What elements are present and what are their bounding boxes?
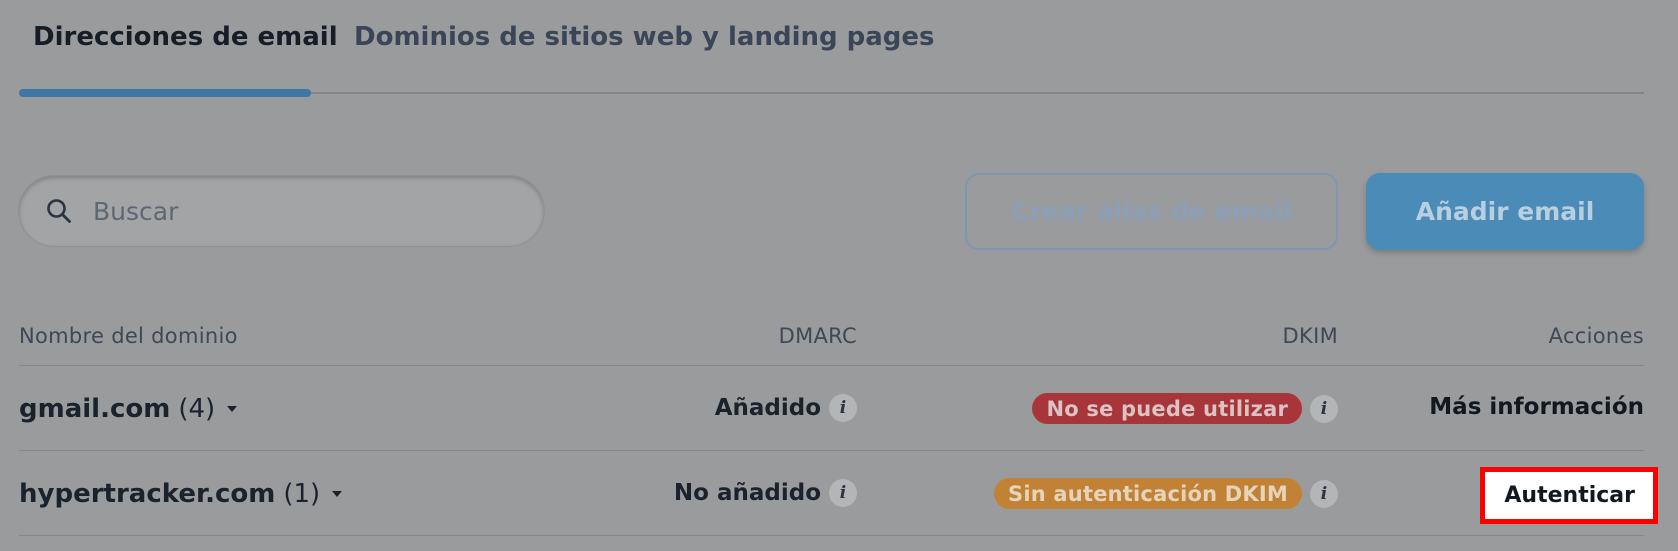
header-dkim: DKIM <box>1282 324 1338 348</box>
search-box[interactable] <box>19 176 544 246</box>
dmarc-status-text: No añadido <box>673 480 821 506</box>
add-email-button[interactable]: Añadir email <box>1366 173 1644 250</box>
domain-dropdown[interactable]: gmail.com (4) <box>19 394 238 424</box>
domains-table: Nombre del dominio DMARC DKIM Acciones g… <box>19 312 1658 536</box>
domain-name: hypertracker.com <box>19 479 276 509</box>
dkim-status: Sin autenticación DKIM i <box>994 478 1338 509</box>
tab-website-domains[interactable]: Dominios de sitios web y landing pages <box>354 22 935 52</box>
dmarc-status-text: Añadido <box>714 395 821 421</box>
search-icon <box>47 199 71 223</box>
authenticate-button[interactable]: Autenticar <box>1485 472 1653 519</box>
info-icon[interactable]: i <box>1310 394 1338 423</box>
dkim-status-badge: No se puede utilizar <box>1032 393 1302 424</box>
header-dmarc: DMARC <box>778 324 857 348</box>
caret-down-icon <box>332 491 343 497</box>
tab-email-addresses[interactable]: Direcciones de email <box>33 22 338 52</box>
more-info-link[interactable]: Más información <box>1429 394 1644 420</box>
domain-dropdown[interactable]: hypertracker.com (1) <box>19 479 343 509</box>
info-icon[interactable]: i <box>829 479 857 507</box>
domain-count: (4) <box>178 394 216 424</box>
table-header: Nombre del dominio DMARC DKIM Acciones <box>19 312 1644 366</box>
search-input[interactable] <box>91 195 495 227</box>
info-icon[interactable]: i <box>829 394 857 422</box>
dkim-status-badge: Sin autenticación DKIM <box>994 478 1302 509</box>
create-alias-button[interactable]: Crear alias de email <box>965 173 1338 250</box>
authenticate-highlight: Autenticar <box>1480 467 1658 524</box>
active-tab-indicator <box>19 89 311 97</box>
domain-name: gmail.com <box>19 394 171 424</box>
caret-down-icon <box>227 406 238 412</box>
dkim-status: No se puede utilizar i <box>1032 393 1338 424</box>
header-domain-name: Nombre del dominio <box>19 324 238 348</box>
dmarc-status: No añadido i <box>674 479 857 507</box>
tab-bar: Direcciones de email Dominios de sitios … <box>19 0 1644 97</box>
info-icon[interactable]: i <box>1310 479 1338 508</box>
table-row: hypertracker.com (1) No añadido i Sin au… <box>19 451 1658 536</box>
header-actions: Acciones <box>1548 324 1644 348</box>
domain-count: (1) <box>283 479 321 509</box>
table-row: gmail.com (4) Añadido i No se puede util… <box>19 366 1644 451</box>
dmarc-status: Añadido i <box>715 394 857 422</box>
